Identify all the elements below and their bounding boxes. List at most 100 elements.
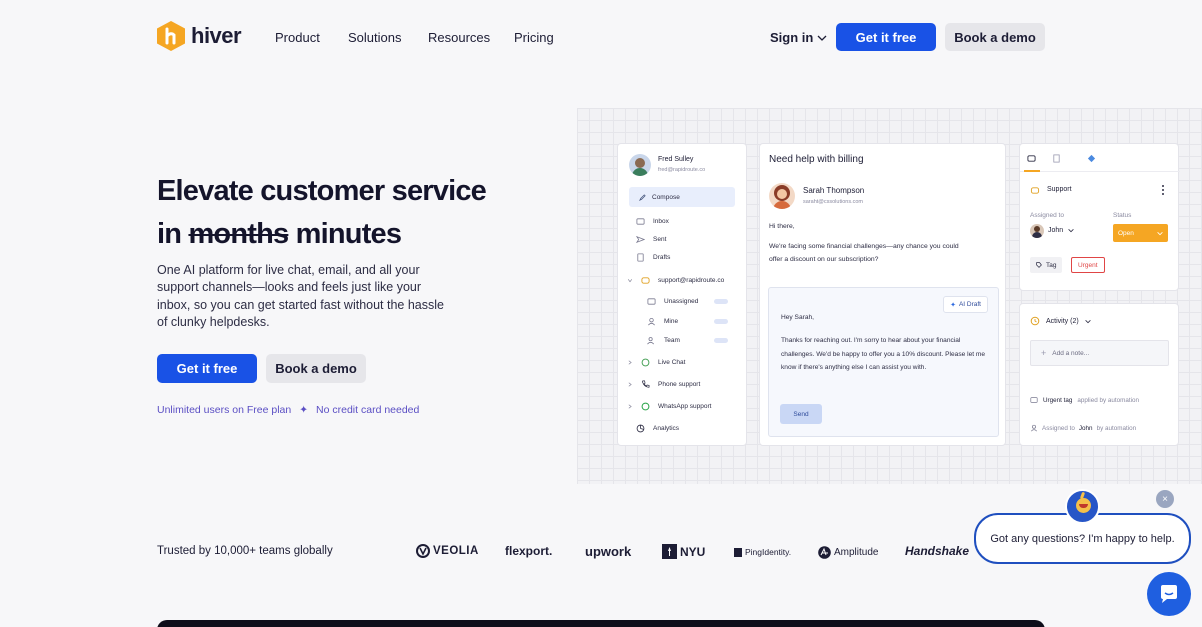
inbox-icon — [647, 298, 656, 305]
count-pill — [714, 319, 728, 324]
amplitude-logo-text: Amplitude — [834, 547, 879, 558]
sidebar-item-mine[interactable]: Mine — [647, 317, 678, 326]
perk-unlimited-users: Unlimited users on Free plan — [157, 404, 292, 416]
tag-button[interactable]: Tag — [1030, 257, 1063, 273]
sidebar-item-label: Unassigned — [664, 298, 699, 305]
status-label: Status — [1113, 212, 1132, 219]
user-icon — [1030, 424, 1038, 432]
document-icon[interactable] — [1052, 154, 1061, 163]
hero-title-line2: in months minutes — [157, 213, 486, 256]
veolia-logo-icon — [416, 544, 430, 558]
mock-email-panel: Need help with billing Sarah Thompson sa… — [759, 143, 1006, 446]
log-bold: John — [1078, 424, 1093, 432]
sidebar-item-live-chat[interactable]: Live Chat — [627, 358, 685, 367]
sign-in-label: Sign in — [770, 30, 814, 45]
sidebar-item-drafts[interactable]: Drafts — [636, 253, 670, 262]
nav-book-demo-button[interactable]: Book a demo — [945, 23, 1045, 51]
log-text: by automation — [1096, 424, 1137, 432]
tag-icon — [1030, 397, 1038, 403]
sidebar-item-sent[interactable]: Sent — [636, 235, 666, 244]
hero-title-line1: Elevate customer service — [157, 175, 487, 207]
avatar — [1030, 224, 1044, 238]
sidebar-item-phone[interactable]: Phone support — [627, 380, 700, 389]
active-tab-indicator — [1024, 170, 1040, 172]
chevron-right-icon — [628, 382, 632, 387]
sidebar-shared-inbox[interactable]: support@rapidroute.co — [627, 276, 724, 285]
ai-draft-reply[interactable]: ✦ AI Draft Hey Sarah, Thanks for reachin… — [768, 287, 999, 437]
hero-get-free-button[interactable]: Get it free — [157, 354, 257, 383]
sender-name: Sarah Thompson — [803, 186, 865, 195]
mock-sidebar-panel: Fred Sulley fred@rapidroute.co Compose I… — [617, 143, 747, 446]
user-email: fred@rapidroute.co — [658, 167, 706, 173]
chevron-down-icon — [1084, 319, 1091, 323]
pingidentity-logo: PingIdentity. — [734, 547, 791, 557]
hero-title-end: minutes — [295, 218, 402, 250]
hiver-logo[interactable]: hiver — [157, 21, 242, 51]
amplitude-logo-icon — [818, 546, 831, 559]
veolia-logo: VEOLIA — [416, 544, 479, 558]
sidebar-item-whatsapp[interactable]: WhatsApp support — [627, 402, 711, 411]
add-note-input[interactable]: + Add a note... — [1030, 340, 1169, 366]
sidebar-item-label: Live Chat — [658, 359, 686, 366]
nav-link-resources[interactable]: Resources — [428, 30, 490, 45]
activity-log-item: Urgent tag applied by automation — [1030, 396, 1139, 404]
chat-launcher-button[interactable] — [1147, 572, 1191, 616]
email-subject: Need help with billing — [769, 154, 864, 165]
shared-inbox-icon — [641, 277, 650, 284]
sign-in-menu[interactable]: Sign in — [770, 30, 827, 45]
activity-log-item: Assigned to John by automation — [1030, 424, 1136, 432]
handshake-logo: Handshake — [905, 544, 970, 558]
more-vertical-icon[interactable] — [1160, 184, 1166, 196]
hero-book-demo-button[interactable]: Book a demo — [266, 354, 366, 383]
count-pill — [714, 299, 728, 304]
status-dropdown[interactable]: Open — [1113, 224, 1168, 242]
diamond-icon[interactable] — [1087, 154, 1096, 163]
email-body: We're facing some financial challenges—a… — [769, 243, 959, 263]
amplitude-logo: Amplitude — [818, 546, 878, 559]
assignee-dropdown[interactable]: John — [1048, 227, 1074, 234]
plus-icon: + — [1041, 348, 1047, 358]
pingidentity-mark-icon — [734, 547, 742, 557]
status-value: Open — [1118, 229, 1134, 237]
chevron-down-icon — [1157, 231, 1163, 235]
sidebar-item-analytics[interactable]: Analytics — [636, 424, 679, 433]
chevron-down-icon — [1068, 229, 1074, 233]
nyu-torch-icon — [662, 544, 677, 559]
avatar — [629, 154, 651, 176]
urgent-tag[interactable]: Urgent — [1071, 257, 1105, 273]
nav-link-pricing[interactable]: Pricing — [514, 30, 554, 45]
veolia-logo-text: VEOLIA — [433, 545, 479, 557]
chat-close-button[interactable]: × — [1156, 490, 1174, 508]
shared-inbox-icon — [1030, 187, 1040, 194]
hero-subtitle: One AI platform for live chat, email, an… — [157, 263, 444, 329]
nav-get-free-button[interactable]: Get it free — [836, 23, 936, 51]
upwork-logo: upwork — [585, 544, 632, 559]
sidebar-item-unassigned[interactable]: Unassigned — [647, 297, 698, 306]
sidebar-item-label: support@rapidroute.co — [658, 277, 725, 284]
chevron-down-icon — [627, 279, 633, 283]
ai-draft-badge[interactable]: ✦ AI Draft — [943, 296, 988, 313]
perk-no-credit-card: No credit card needed — [316, 404, 420, 416]
nav-link-product[interactable]: Product — [275, 30, 320, 45]
chat-greeting-text: Got any questions? I'm happy to help. — [990, 532, 1175, 545]
compose-button[interactable]: Compose — [629, 187, 735, 207]
sidebar-item-team[interactable]: Team — [647, 336, 680, 345]
chevron-right-icon — [628, 360, 632, 365]
activity-header[interactable]: Activity (2) — [1030, 316, 1091, 326]
avatar — [769, 183, 795, 209]
send-button[interactable]: Send — [780, 404, 822, 424]
hero-perks: Unlimited users on Free plan ✦ No credit… — [157, 404, 419, 416]
sidebar-item-inbox[interactable]: Inbox — [636, 217, 669, 226]
sidebar-item-label: Analytics — [653, 425, 680, 432]
chat-icon — [641, 358, 650, 367]
sidebar-item-label: Phone support — [658, 381, 701, 388]
whatsapp-icon — [641, 402, 650, 411]
nav-link-solutions[interactable]: Solutions — [348, 30, 401, 45]
inbox-icon[interactable] — [1027, 154, 1036, 163]
inbox-icon — [636, 218, 645, 225]
count-pill — [714, 338, 728, 343]
chat-agent-avatar — [1065, 489, 1100, 524]
details-tab-bar — [1020, 144, 1180, 172]
mock-details-panel: Support Assigned to Status John Open Tag… — [1019, 143, 1180, 291]
sidebar-item-label: Drafts — [653, 254, 671, 261]
